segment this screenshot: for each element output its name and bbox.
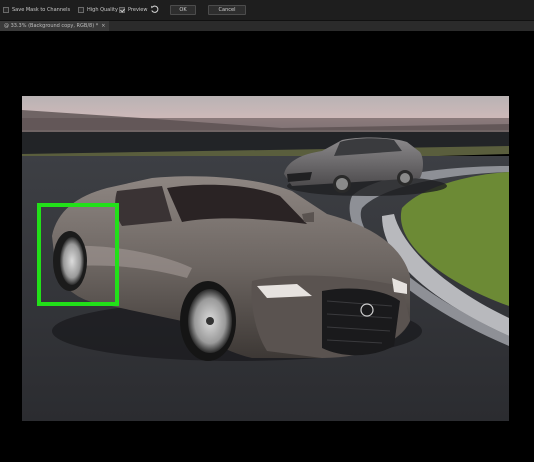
document-tab-title: @ 33.3% (Background copy, RGB/8) * bbox=[4, 23, 99, 29]
options-bar: Save Mask to Channels High Quality Previ… bbox=[0, 0, 534, 21]
cancel-button[interactable]: Cancel bbox=[208, 5, 246, 15]
save-mask-option[interactable]: Save Mask to Channels bbox=[3, 4, 70, 16]
preview-checkbox[interactable] bbox=[119, 7, 125, 13]
preview-option[interactable]: Preview bbox=[119, 4, 147, 16]
high-quality-checkbox[interactable] bbox=[78, 7, 84, 13]
preview-label: Preview bbox=[128, 7, 148, 13]
undo-icon[interactable] bbox=[150, 5, 159, 14]
high-quality-label: High Quality bbox=[87, 7, 118, 13]
selection-highlight bbox=[37, 203, 119, 306]
close-icon[interactable]: × bbox=[101, 23, 105, 29]
high-quality-option[interactable]: High Quality bbox=[78, 4, 118, 16]
save-mask-checkbox[interactable] bbox=[3, 7, 9, 13]
document-tab[interactable]: @ 33.3% (Background copy, RGB/8) * × bbox=[0, 21, 110, 31]
ok-button[interactable]: OK bbox=[170, 5, 196, 15]
save-mask-label: Save Mask to Channels bbox=[12, 7, 71, 13]
document-tab-bar: @ 33.3% (Background copy, RGB/8) * × bbox=[0, 21, 534, 31]
